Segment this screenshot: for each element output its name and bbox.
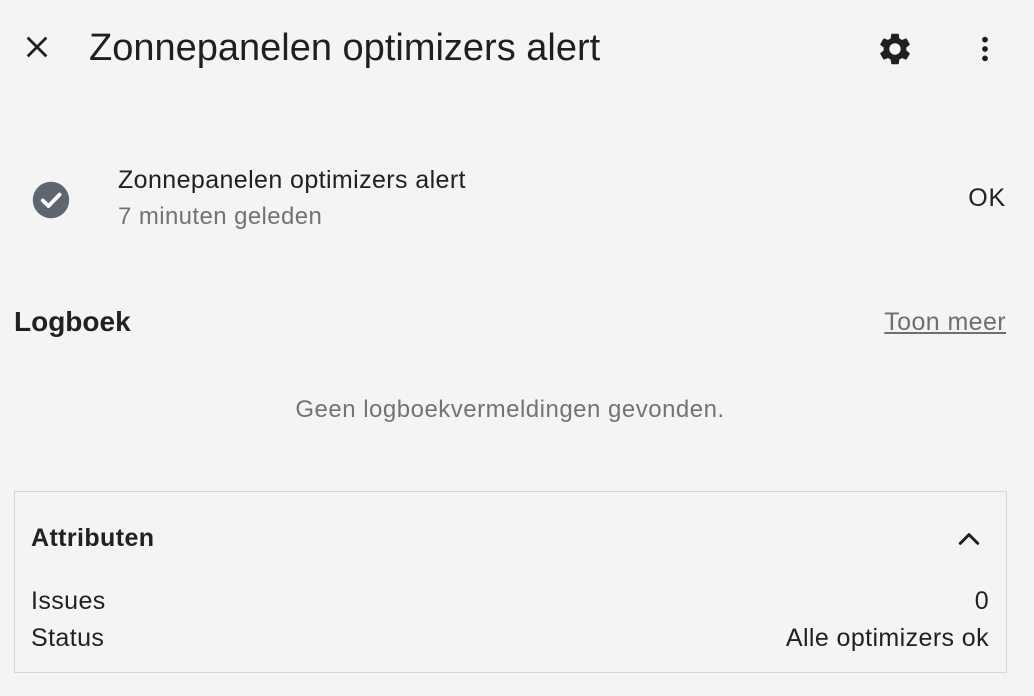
attribute-row-issues: Issues 0 (31, 584, 989, 618)
attributes-title[interactable]: Attributen (31, 521, 154, 555)
more-vert-icon (982, 36, 988, 62)
attribute-key: Status (31, 624, 105, 652)
settings-button[interactable] (870, 24, 920, 74)
chevron-up-icon (958, 533, 980, 545)
state-value: OK (968, 184, 1006, 212)
close-button[interactable] (14, 24, 60, 70)
last-changed: 7 minuten geleden (118, 203, 323, 230)
attribute-row-status: Status Alle optimizers ok (31, 621, 989, 655)
entity-state-row: Zonnepanelen optimizers alert 7 minuten … (0, 150, 1034, 250)
collapse-button[interactable] (952, 522, 986, 556)
show-more-link[interactable]: Toon meer (884, 306, 1006, 338)
attribute-value: 0 (974, 587, 989, 615)
close-icon (26, 36, 48, 58)
logbook-header: Logboek Toon meer (0, 300, 1034, 344)
gear-icon (880, 33, 910, 65)
dialog-header: Zonnepanelen optimizers alert (0, 0, 1034, 96)
attributes-panel: Attributen Issues 0 Status Alle optimize… (14, 491, 1007, 673)
logbook-empty-message: Geen logboekvermeldingen gevonden. (295, 396, 725, 423)
attribute-value: Alle optimizers ok (785, 624, 989, 652)
attribute-key: Issues (31, 587, 106, 615)
dialog-title: Zonnepanelen optimizers alert (89, 27, 601, 69)
more-options-button[interactable] (962, 24, 1008, 74)
logbook-title: Logboek (14, 306, 131, 337)
entity-name: Zonnepanelen optimizers alert (118, 166, 466, 194)
check-circle-icon (32, 181, 70, 219)
